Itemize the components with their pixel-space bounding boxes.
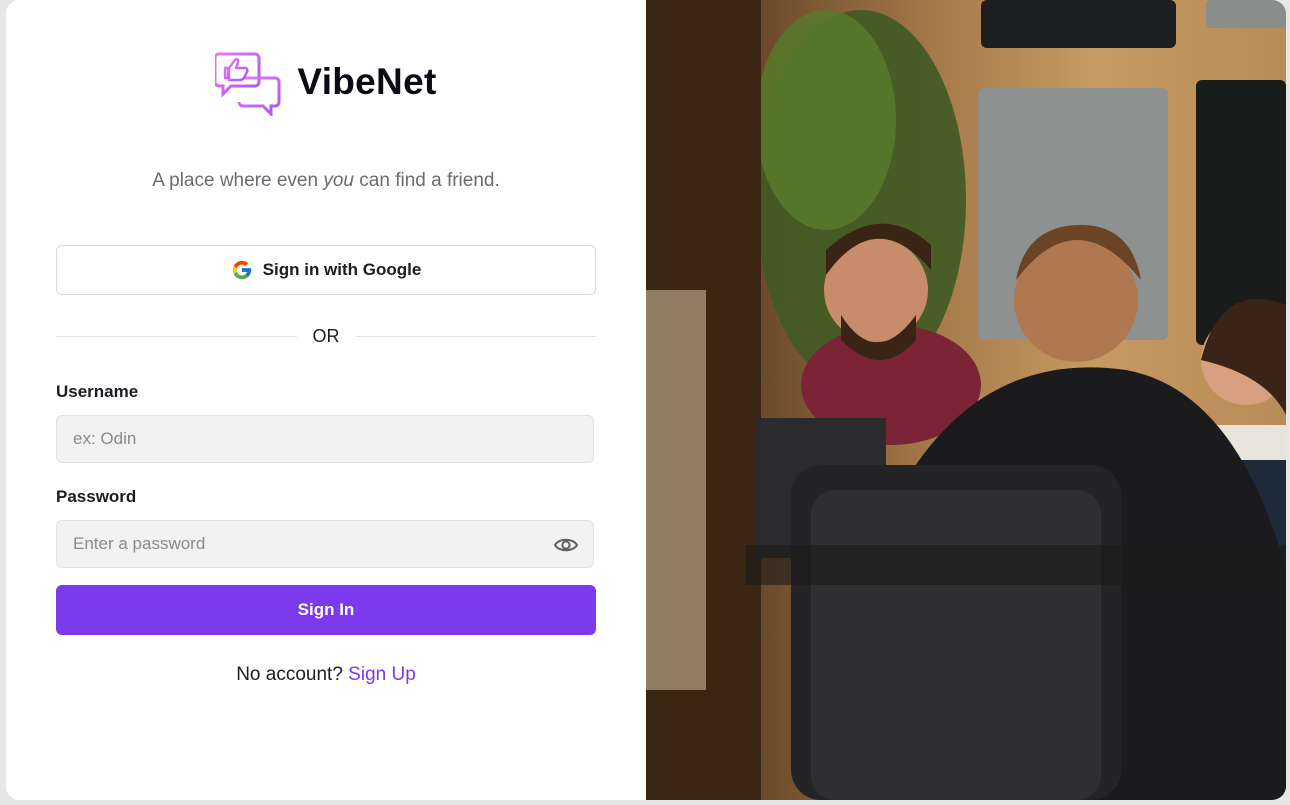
- username-placeholder: ex: Odin: [73, 429, 137, 448]
- tagline-before: A place where even: [152, 170, 324, 191]
- desk: [746, 545, 1286, 585]
- office-chair-back: [811, 490, 1101, 800]
- divider-line-left: [56, 335, 297, 337]
- tagline-emphasis: you: [323, 170, 354, 191]
- tagline: A place where even you can find a friend…: [6, 170, 646, 192]
- sign-in-button[interactable]: Sign In: [56, 585, 596, 635]
- office-coworkers-photo: [646, 0, 1286, 800]
- hero-photo: [646, 0, 1286, 800]
- sign-up-link[interactable]: Sign Up: [348, 664, 416, 685]
- password-input[interactable]: Enter a password: [56, 520, 594, 568]
- username-input[interactable]: ex: Odin: [56, 415, 594, 463]
- password-placeholder: Enter a password: [73, 534, 206, 553]
- chat-bubbles-thumbs-up-icon: [215, 52, 281, 116]
- login-window: VibeNet A place where even you can find …: [6, 0, 1286, 800]
- username-label: Username: [56, 382, 139, 401]
- acoustic-panel-dark: [981, 0, 1176, 48]
- password-label: Password: [56, 487, 137, 506]
- wall-panel: [1206, 0, 1286, 28]
- divider-text: OR: [312, 325, 340, 346]
- plant-foliage: [756, 10, 896, 230]
- brand-name: VibeNet: [297, 61, 437, 102]
- eye-icon[interactable]: [553, 533, 579, 557]
- sign-in-label: Sign In: [297, 600, 355, 619]
- tagline-after: can find a friend.: [354, 170, 500, 191]
- or-divider: OR: [56, 324, 596, 348]
- divider-line-right: [355, 335, 596, 337]
- brand-header: VibeNet: [6, 48, 646, 116]
- signup-prompt-text: No account?: [236, 664, 349, 685]
- window-glare: [646, 290, 706, 690]
- login-panel: VibeNet A place where even you can find …: [6, 0, 646, 800]
- google-icon: [232, 260, 251, 280]
- google-signin-label: Sign in with Google: [262, 260, 422, 279]
- signup-prompt: No account? Sign Up: [6, 664, 646, 686]
- google-signin-button[interactable]: Sign in with Google: [56, 245, 596, 295]
